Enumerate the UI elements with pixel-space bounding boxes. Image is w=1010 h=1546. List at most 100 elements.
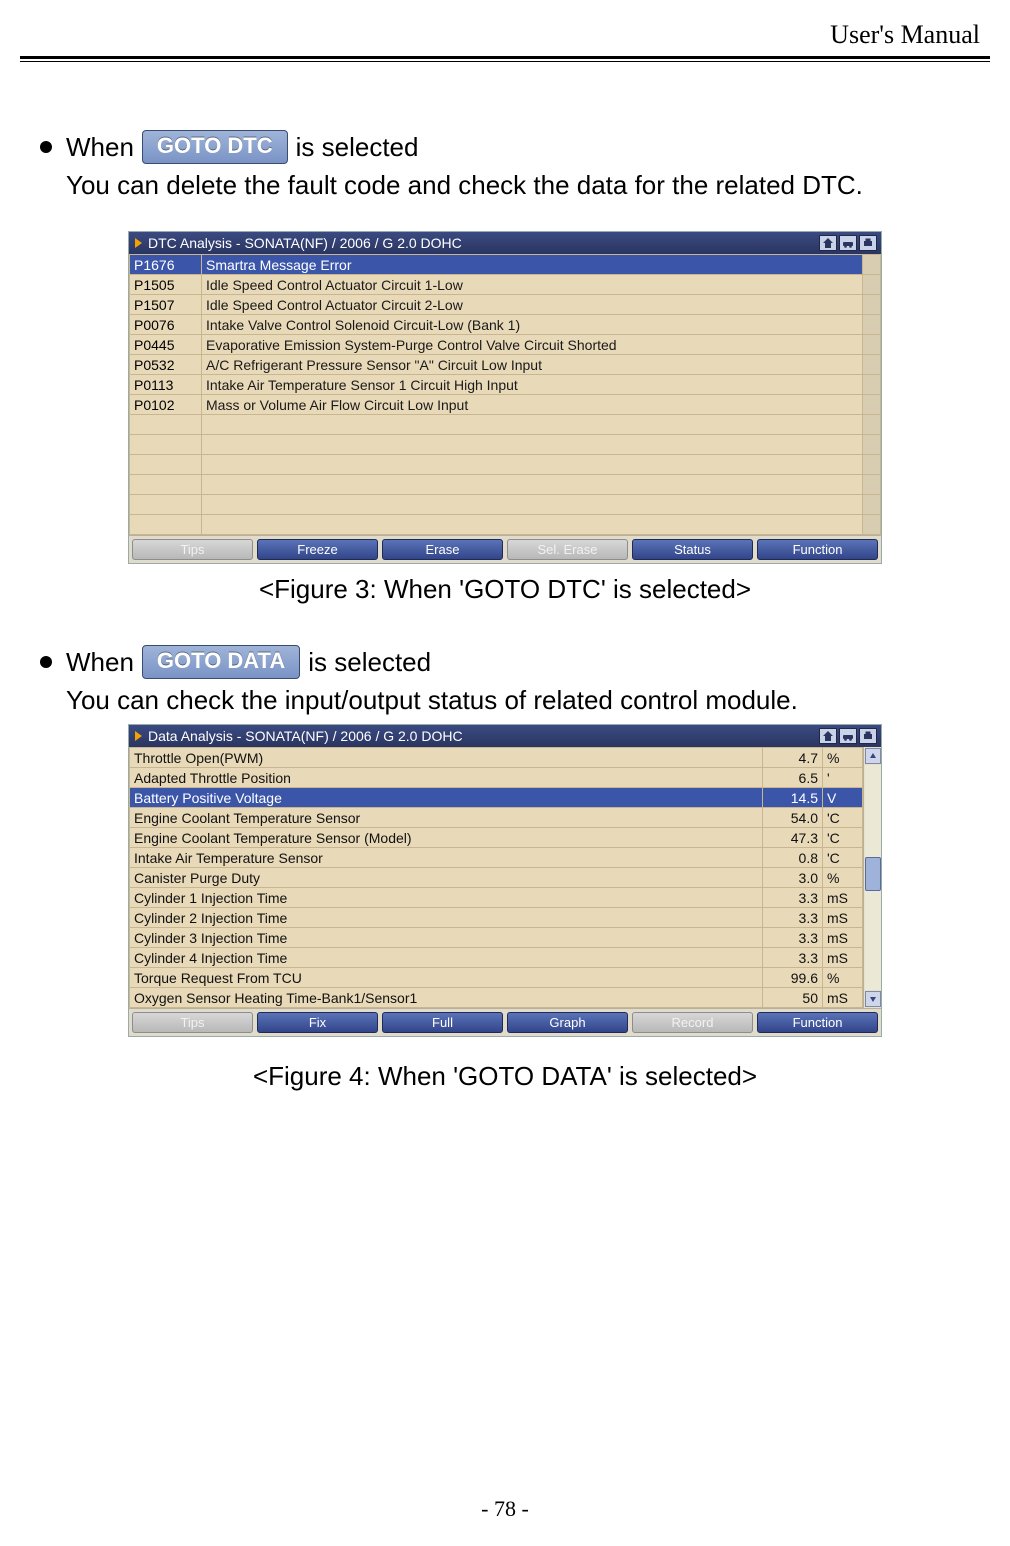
footer-button-graph[interactable]: Graph (507, 1012, 628, 1033)
dtc-title: DTC Analysis - SONATA(NF) / 2006 / G 2.0… (148, 235, 819, 251)
footer-button-function[interactable]: Function (757, 1012, 878, 1033)
param-value: 54.0 (763, 808, 823, 828)
param-name: Cylinder 1 Injection Time (130, 888, 763, 908)
param-unit: 'C (823, 828, 863, 848)
table-row[interactable]: Cylinder 4 Injection Time3.3mS (130, 948, 863, 968)
dtc-code: P1676 (130, 255, 202, 275)
param-unit: 'C (823, 808, 863, 828)
footer-button-fix[interactable]: Fix (257, 1012, 378, 1033)
dtc-code: P1505 (130, 275, 202, 295)
data-footer: TipsFixFullGraphRecordFunction (129, 1008, 881, 1036)
footer-button-function[interactable]: Function (757, 539, 878, 560)
param-value: 3.3 (763, 948, 823, 968)
footer-button-erase[interactable]: Erase (382, 539, 503, 560)
data-titlebar: Data Analysis - SONATA(NF) / 2006 / G 2.… (129, 725, 881, 747)
footer-button-full[interactable]: Full (382, 1012, 503, 1033)
table-row[interactable]: Cylinder 1 Injection Time3.3mS (130, 888, 863, 908)
table-row[interactable]: P0532A/C Refrigerant Pressure Sensor "A"… (130, 355, 881, 375)
when-text: When (66, 647, 134, 678)
table-row[interactable]: Oxygen Sensor Heating Time-Bank1/Sensor1… (130, 988, 863, 1008)
param-value: 3.3 (763, 908, 823, 928)
param-unit: V (823, 788, 863, 808)
table-row[interactable]: Torque Request From TCU99.6% (130, 968, 863, 988)
table-row[interactable] (130, 415, 881, 435)
table-row[interactable]: Engine Coolant Temperature Sensor (Model… (130, 828, 863, 848)
car-icon[interactable] (839, 235, 857, 251)
dtc-table[interactable]: P1676Smartra Message ErrorP1505Idle Spee… (129, 254, 881, 535)
table-row[interactable] (130, 515, 881, 535)
table-row[interactable]: P1507Idle Speed Control Actuator Circuit… (130, 295, 881, 315)
param-unit: 'C (823, 848, 863, 868)
scroll-gutter (863, 315, 881, 335)
bullet-icon (40, 656, 52, 668)
footer-button-record: Record (632, 1012, 753, 1033)
footer-button-freeze[interactable]: Freeze (257, 539, 378, 560)
scroll-down-icon[interactable] (865, 991, 881, 1007)
home-icon[interactable] (819, 728, 837, 744)
data-table[interactable]: Throttle Open(PWM)4.7%Adapted Throttle P… (129, 747, 863, 1008)
table-row[interactable]: P1505Idle Speed Control Actuator Circuit… (130, 275, 881, 295)
param-unit: mS (823, 908, 863, 928)
print-icon[interactable] (859, 728, 877, 744)
table-row[interactable]: P0113Intake Air Temperature Sensor 1 Cir… (130, 375, 881, 395)
dtc-desc: Idle Speed Control Actuator Circuit 2-Lo… (202, 295, 863, 315)
param-value: 3.0 (763, 868, 823, 888)
when-text: When (66, 132, 134, 163)
table-row[interactable]: Cylinder 2 Injection Time3.3mS (130, 908, 863, 928)
table-row[interactable]: P0102Mass or Volume Air Flow Circuit Low… (130, 395, 881, 415)
is-selected-text: is selected (296, 132, 419, 163)
dtc-code: P0076 (130, 315, 202, 335)
table-row[interactable]: Intake Air Temperature Sensor0.8'C (130, 848, 863, 868)
print-icon[interactable] (859, 235, 877, 251)
scroll-gutter (863, 375, 881, 395)
car-icon[interactable] (839, 728, 857, 744)
table-row[interactable]: Throttle Open(PWM)4.7% (130, 748, 863, 768)
dtc-desc: Idle Speed Control Actuator Circuit 1-Lo… (202, 275, 863, 295)
table-row[interactable]: Canister Purge Duty3.0% (130, 868, 863, 888)
param-value: 6.5 (763, 768, 823, 788)
figure3-caption: <Figure 3: When 'GOTO DTC' is selected> (40, 574, 970, 605)
scroll-up-icon[interactable] (865, 748, 881, 764)
scroll-track[interactable] (865, 765, 881, 990)
param-value: 3.3 (763, 888, 823, 908)
header-rule (20, 56, 990, 62)
table-row[interactable]: P1676Smartra Message Error (130, 255, 881, 275)
footer-button-status[interactable]: Status (632, 539, 753, 560)
table-row[interactable] (130, 435, 881, 455)
table-row[interactable] (130, 455, 881, 475)
home-icon[interactable] (819, 235, 837, 251)
table-row[interactable] (130, 495, 881, 515)
goto-dtc-button[interactable]: GOTO DTC (142, 130, 288, 164)
param-unit: % (823, 968, 863, 988)
table-row[interactable]: P0445Evaporative Emission System-Purge C… (130, 335, 881, 355)
param-unit: mS (823, 888, 863, 908)
figure4-caption: <Figure 4: When 'GOTO DATA' is selected> (40, 1061, 970, 1092)
dtc-code: P0113 (130, 375, 202, 395)
dtc-desc: Smartra Message Error (202, 255, 863, 275)
table-row[interactable]: Cylinder 3 Injection Time3.3mS (130, 928, 863, 948)
param-name: Torque Request From TCU (130, 968, 763, 988)
param-name: Engine Coolant Temperature Sensor (130, 808, 763, 828)
section2-body: You can check the input/output status of… (66, 685, 970, 716)
table-row[interactable]: Adapted Throttle Position6.5' (130, 768, 863, 788)
table-row[interactable]: P0076Intake Valve Control Solenoid Circu… (130, 315, 881, 335)
dtc-desc: Intake Valve Control Solenoid Circuit-Lo… (202, 315, 863, 335)
param-value: 99.6 (763, 968, 823, 988)
scrollbar[interactable] (863, 747, 881, 1008)
footer-button-tips: Tips (132, 1012, 253, 1033)
scroll-gutter (863, 355, 881, 375)
scroll-gutter (863, 295, 881, 315)
section1-body: You can delete the fault code and check … (66, 170, 970, 201)
table-row[interactable]: Engine Coolant Temperature Sensor54.0'C (130, 808, 863, 828)
scroll-thumb[interactable] (865, 857, 881, 891)
bullet-line-goto-data: When GOTO DATA is selected (40, 645, 970, 679)
param-unit: mS (823, 948, 863, 968)
dtc-code: P0102 (130, 395, 202, 415)
table-row[interactable] (130, 475, 881, 495)
table-row[interactable]: Battery Positive Voltage14.5V (130, 788, 863, 808)
bullet-icon (40, 141, 52, 153)
goto-data-button[interactable]: GOTO DATA (142, 645, 300, 679)
param-value: 3.3 (763, 928, 823, 948)
scroll-gutter (863, 335, 881, 355)
data-analysis-panel: Data Analysis - SONATA(NF) / 2006 / G 2.… (128, 724, 882, 1037)
